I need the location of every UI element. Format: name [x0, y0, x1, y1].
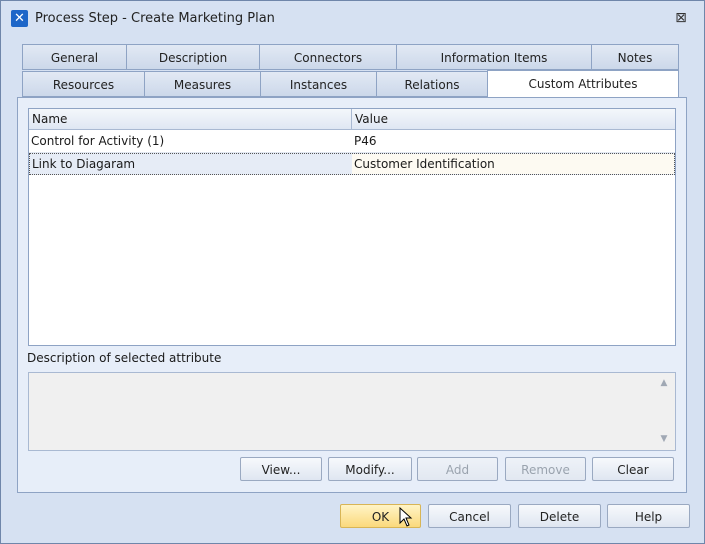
scroll-down-icon[interactable]: ▼ — [657, 432, 671, 446]
table-row[interactable]: Control for Activity (1) P46 — [29, 131, 675, 153]
table-row-selected[interactable]: Link to Diagaram Customer Identification — [29, 153, 675, 175]
close-icon[interactable]: ⊠ — [672, 9, 690, 27]
tab-information-items[interactable]: Information Items — [396, 44, 592, 70]
view-button[interactable]: View... — [240, 457, 322, 481]
tab-description[interactable]: Description — [126, 44, 260, 70]
tab-custom-attributes[interactable]: Custom Attributes — [487, 70, 679, 99]
tab-resources[interactable]: Resources — [22, 71, 145, 97]
delete-button[interactable]: Delete — [518, 504, 601, 528]
column-header-name[interactable]: Name — [29, 109, 351, 129]
row-value-cell: P46 — [354, 134, 377, 148]
clear-button[interactable]: Clear — [592, 457, 674, 481]
grid-header: Name Value — [29, 109, 675, 130]
modify-button[interactable]: Modify... — [328, 457, 412, 481]
row-name-cell: Control for Activity (1) — [31, 134, 165, 148]
tab-instances[interactable]: Instances — [260, 71, 377, 97]
row-name-cell: Link to Diagaram — [32, 157, 136, 171]
attributes-grid[interactable]: Name Value Control for Activity (1) P46 … — [28, 108, 676, 346]
mouse-cursor-icon — [399, 507, 413, 527]
tab-relations[interactable]: Relations — [376, 71, 488, 97]
title-bar: ✕ Process Step - Create Marketing Plan ⊠ — [1, 1, 704, 35]
help-button[interactable]: Help — [607, 504, 690, 528]
process-step-icon: ✕ — [11, 10, 28, 27]
description-textarea[interactable]: ▲ ▼ — [28, 372, 676, 451]
tab-connectors[interactable]: Connectors — [259, 44, 397, 70]
row-value-cell[interactable]: Customer Identification — [352, 154, 674, 174]
scroll-up-icon[interactable]: ▲ — [657, 376, 671, 390]
tab-measures[interactable]: Measures — [144, 71, 261, 97]
dialog-window: ✕ Process Step - Create Marketing Plan ⊠… — [0, 0, 705, 544]
add-button[interactable]: Add — [417, 457, 498, 481]
tab-notes[interactable]: Notes — [591, 44, 679, 70]
cancel-button[interactable]: Cancel — [428, 504, 511, 528]
window-title: Process Step - Create Marketing Plan — [35, 11, 275, 26]
tab-general[interactable]: General — [22, 44, 127, 70]
remove-button[interactable]: Remove — [505, 457, 586, 481]
description-label: Description of selected attribute — [27, 351, 222, 365]
column-header-value[interactable]: Value — [352, 109, 675, 129]
